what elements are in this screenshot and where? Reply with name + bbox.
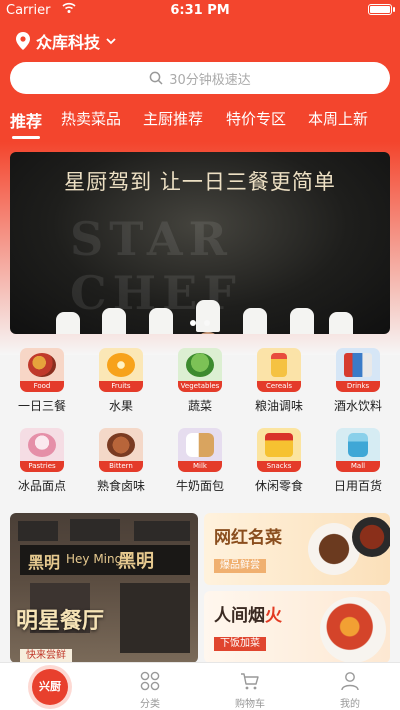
category-drinks[interactable]: Drinks 酒水饮料 xyxy=(318,348,398,413)
promo-famous-dishes[interactable]: 网红名菜 爆品鲜尝 xyxy=(204,513,390,585)
pagination-dot[interactable] xyxy=(204,320,210,326)
snack-icon: Snacks xyxy=(257,428,301,472)
oil-icon: Cereals xyxy=(257,348,301,392)
promo-badge: 快来尝鲜 xyxy=(20,649,72,663)
category-tabs: 推荐 热卖菜品 主厨推荐 特价专区 本周上新 xyxy=(0,108,400,142)
location-pin-icon xyxy=(16,32,30,50)
pastry-icon: Pastries xyxy=(20,428,64,472)
banner-watermark: STAR CHEF xyxy=(70,212,242,320)
grid-icon xyxy=(140,671,160,691)
clock: 6:31 PM xyxy=(170,3,230,18)
category-fruits[interactable]: Fruits 水果 xyxy=(81,348,161,413)
milk-bread-icon: Milk xyxy=(178,428,222,472)
battery-icon xyxy=(368,4,395,15)
category-mall[interactable]: Mall 日用百货 xyxy=(318,428,398,493)
banner-pagination xyxy=(10,320,390,326)
home-logo-icon: 兴厨 xyxy=(32,669,68,705)
tab-label: 分类 xyxy=(140,699,160,710)
location-name: 众库科技 xyxy=(36,33,101,52)
drink-icon: Drinks xyxy=(336,348,380,392)
promo-badge: 下饭加菜 xyxy=(214,637,266,651)
tab-category[interactable]: 分类 xyxy=(100,663,200,710)
search-icon xyxy=(149,71,163,85)
tab-hot-dishes[interactable]: 热卖菜品 xyxy=(61,108,121,129)
promo-badge: 爆品鲜尝 xyxy=(214,559,266,573)
category-milk[interactable]: Milk 牛奶面包 xyxy=(160,428,240,493)
braised-food-icon: Bittern xyxy=(99,428,143,472)
dish-image xyxy=(320,597,386,663)
category-vegetables[interactable]: Vegetables 蔬菜 xyxy=(160,348,240,413)
tab-label: 购物车 xyxy=(235,699,265,710)
promo-title: 明星餐厅 xyxy=(16,608,105,634)
daily-goods-icon: Mall xyxy=(336,428,380,472)
search-input[interactable]: 30分钟极速达 xyxy=(10,62,390,94)
chevron-down-icon xyxy=(106,38,116,45)
search-placeholder: 30分钟极速达 xyxy=(169,72,251,88)
tab-home[interactable]: 兴厨 xyxy=(0,663,100,710)
tab-label: 我的 xyxy=(340,699,360,710)
category-pastries[interactable]: Pastries 冰品面点 xyxy=(2,428,82,493)
category-braised[interactable]: Bittern 熟食卤味 xyxy=(81,428,161,493)
promo-title: 人间烟火 xyxy=(214,606,282,626)
vegetable-icon: Vegetables xyxy=(178,348,222,392)
promo-home-cooking[interactable]: 人间烟火 下饭加菜 xyxy=(204,591,390,663)
status-bar: Carrier 6:31 PM xyxy=(0,0,400,20)
user-icon xyxy=(341,672,359,691)
fruit-icon: Fruits xyxy=(99,348,143,392)
restaurant-sign: 黑明 Hey Ming 黑明 xyxy=(20,545,190,575)
promo-title: 网红名菜 xyxy=(214,528,282,548)
dish-image xyxy=(352,517,390,557)
category-grid: Food 一日三餐 Fruits 水果 Vegetables 蔬菜 Cereal… xyxy=(0,346,400,496)
tab-cart[interactable]: 购物车 xyxy=(200,663,300,710)
food-icon: Food xyxy=(20,348,64,392)
banner-headline: 星厨驾到 让一日三餐更简单 xyxy=(64,170,336,194)
bottom-tab-bar: 兴厨 分类 购物车 我的 xyxy=(0,662,400,710)
promo-section: 黑明 Hey Ming 黑明 明星餐厅 快来尝鲜 网红名菜 爆品鲜尝 人间烟火 … xyxy=(10,513,390,663)
tab-chef-picks[interactable]: 主厨推荐 xyxy=(143,108,203,129)
cart-icon xyxy=(241,673,259,690)
promo-star-restaurant[interactable]: 黑明 Hey Ming 黑明 明星餐厅 快来尝鲜 xyxy=(10,513,198,663)
location-selector[interactable]: 众库科技 xyxy=(16,30,116,52)
category-food[interactable]: Food 一日三餐 xyxy=(2,348,82,413)
hero-banner[interactable]: STAR CHEF 星厨驾到 让一日三餐更简单 xyxy=(10,152,390,334)
category-snacks[interactable]: Snacks 休闲零食 xyxy=(239,428,319,493)
tab-specials[interactable]: 特价专区 xyxy=(226,108,286,129)
pagination-dot-active[interactable] xyxy=(190,320,196,326)
tab-new-this-week[interactable]: 本周上新 xyxy=(308,108,368,129)
category-cereals[interactable]: Cereals 粮油调味 xyxy=(239,348,319,413)
tab-recommend[interactable]: 推荐 xyxy=(10,108,42,139)
tab-profile[interactable]: 我的 xyxy=(300,663,400,710)
